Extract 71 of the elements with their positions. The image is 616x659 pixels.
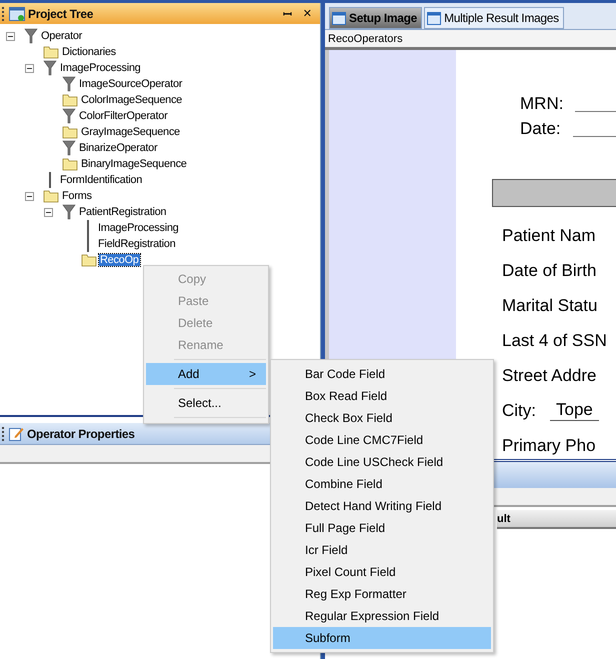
- menu-item[interactable]: Bar Code Field: [273, 363, 491, 385]
- menu-item[interactable]: Code Line CMC7Field: [273, 429, 491, 451]
- tree-item[interactable]: BinaryImageSequence: [80, 158, 188, 170]
- tree-item[interactable]: ColorImageSequence: [80, 94, 184, 106]
- funnel-icon: [62, 204, 76, 220]
- collapse-icon[interactable]: [44, 208, 53, 216]
- submenu-arrow: >: [248, 367, 256, 381]
- form-label: Last 4 of SSN: [502, 331, 607, 351]
- fill-in-line: [572, 135, 616, 137]
- panel-title: Project Tree: [28, 6, 94, 20]
- panel-title: Operator Properties: [27, 426, 135, 440]
- pin-button[interactable]: ꟷ: [278, 6, 296, 21]
- funnel-icon: [62, 108, 76, 124]
- funnel-icon: [62, 140, 76, 156]
- form-label: City:: [502, 401, 536, 421]
- fill-in-line: [575, 110, 616, 112]
- form-label: Street Addre: [502, 366, 597, 386]
- tree-item[interactable]: BinarizeOperator: [78, 142, 158, 154]
- folder-icon: [43, 189, 59, 203]
- tree-item[interactable]: RecoOp: [99, 254, 140, 266]
- tree-item[interactable]: FormIdentification: [59, 174, 144, 186]
- form-label: Date of Birth: [502, 261, 596, 281]
- folder-icon: [62, 157, 78, 171]
- form-label: MRN:: [520, 94, 564, 114]
- funnel-icon: [43, 60, 57, 76]
- menu-item[interactable]: Code Line USCheck Field: [273, 451, 491, 473]
- tree-item[interactable]: Forms: [61, 190, 93, 202]
- tree-item[interactable]: ImageProcessing: [97, 222, 180, 234]
- tab[interactable]: Multiple Result Images: [424, 7, 564, 29]
- funnel-icon: [24, 28, 38, 44]
- tree-item[interactable]: GrayImageSequence: [80, 126, 181, 138]
- tree-item[interactable]: Operator: [40, 30, 84, 42]
- funnel-icon: [62, 76, 76, 92]
- menu-item[interactable]: Detect Hand Writing Field: [273, 495, 491, 517]
- form-label: Date:: [520, 119, 561, 139]
- folder-icon: [62, 125, 78, 139]
- folder-icon: [62, 93, 78, 107]
- menu-item[interactable]: Combine Field: [273, 473, 491, 495]
- menu-item[interactable]: Pixel Count Field: [273, 561, 491, 583]
- window-icon: [332, 12, 346, 24]
- edit-icon: [9, 426, 24, 441]
- menu-item[interactable]: Reg Exp Formatter: [273, 583, 491, 605]
- tree-item[interactable]: ImageProcessing: [59, 62, 142, 74]
- tree-item[interactable]: PatientRegistration: [78, 206, 168, 218]
- folder-icon: [81, 253, 97, 267]
- tree-item[interactable]: ImageSourceOperator: [78, 78, 184, 90]
- column-header[interactable]: ult: [497, 510, 616, 529]
- breadcrumb: RecoOperators: [325, 30, 616, 50]
- tree-item[interactable]: FieldRegistration: [97, 238, 176, 250]
- tab[interactable]: Setup Image: [329, 7, 422, 29]
- menu-item[interactable]: Select...: [146, 392, 266, 414]
- form-label: Patient Nam: [502, 226, 596, 246]
- form-value: Tope: [550, 400, 599, 421]
- window-icon: [427, 12, 442, 24]
- menu-item[interactable]: Subform: [273, 627, 491, 649]
- menu-item[interactable]: Check Box Field: [273, 407, 491, 429]
- collapse-icon[interactable]: [25, 64, 34, 72]
- folder-icon: [43, 45, 59, 59]
- collapse-icon[interactable]: [25, 192, 34, 200]
- collapse-icon[interactable]: [6, 32, 15, 40]
- menu-item[interactable]: Add >: [146, 363, 266, 385]
- form-label: Marital Statu: [502, 296, 598, 316]
- form-label: Primary Pho: [502, 436, 596, 456]
- tree-item[interactable]: ColorFilterOperator: [78, 110, 168, 122]
- close-button[interactable]: ✕: [298, 7, 316, 20]
- menu-item[interactable]: Regular Expression Field: [273, 605, 491, 627]
- menu-item[interactable]: Box Read Field: [273, 385, 491, 407]
- tree-item[interactable]: Dictionaries: [61, 46, 117, 58]
- menu-item[interactable]: Icr Field: [273, 539, 491, 561]
- menu-item[interactable]: Full Page Field: [273, 517, 491, 539]
- window-icon: [9, 6, 25, 20]
